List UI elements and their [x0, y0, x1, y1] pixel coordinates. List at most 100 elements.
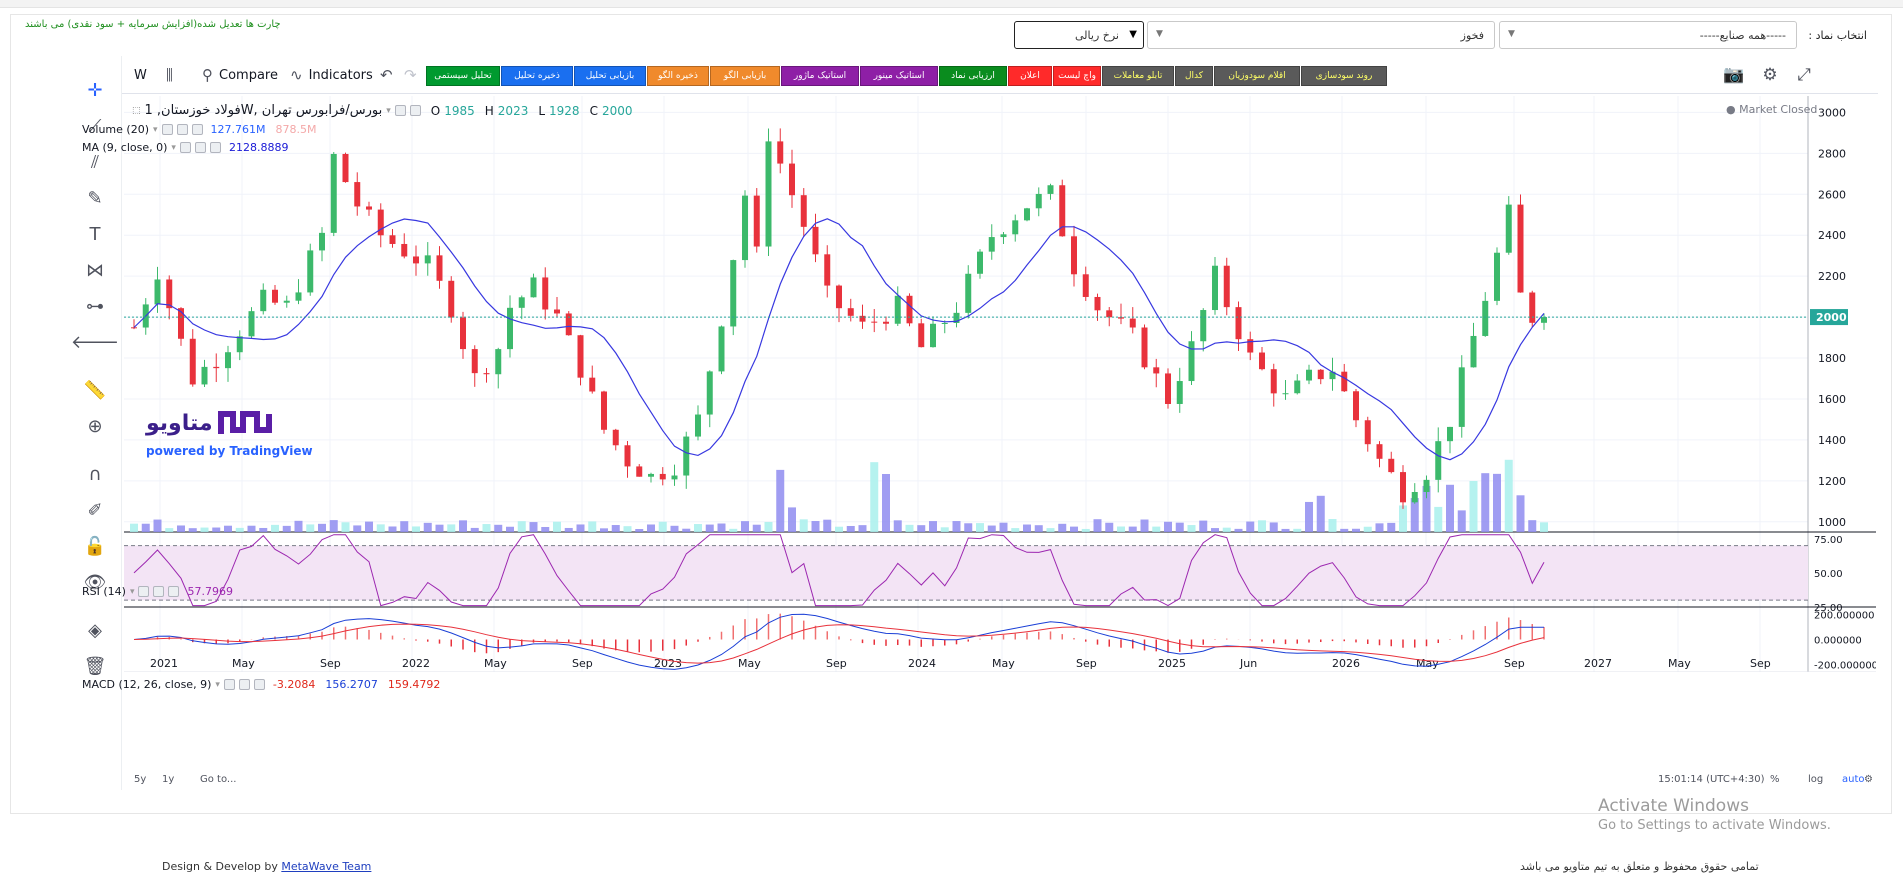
redo-icon: ↷ — [404, 66, 417, 84]
volume-bar — [788, 507, 796, 532]
log-toggle[interactable]: log — [1808, 774, 1823, 785]
close-icon[interactable] — [191, 124, 203, 135]
undo-button[interactable]: ↶ — [380, 64, 393, 86]
pencil-lock-icon[interactable]: ✐ — [81, 496, 109, 524]
volume-bar — [799, 519, 808, 532]
eye-icon[interactable] — [138, 586, 150, 597]
eye-icon[interactable] — [223, 679, 235, 690]
selector-bar: چارت ها تعدیل شده(افزایش سرمایه + سود نق… — [11, 15, 1891, 55]
volume-bar — [1199, 520, 1208, 532]
candle-body — [965, 273, 972, 313]
chevron-down-icon: ▾ — [215, 679, 220, 690]
close-icon[interactable] — [168, 586, 180, 597]
settings-icon[interactable] — [176, 124, 188, 135]
volume-bar — [670, 525, 679, 532]
fullscreen-icon[interactable]: ⤢ — [1792, 64, 1816, 86]
toolbar-button-12[interactable]: اقلام سودوزیان — [1214, 66, 1300, 86]
eye-icon[interactable] — [161, 124, 173, 135]
candle-body — [307, 250, 314, 293]
toolbar-button-8[interactable]: اعلان — [1008, 66, 1052, 86]
eye-icon[interactable] — [179, 142, 191, 153]
candle-body — [1306, 369, 1312, 381]
prediction-icon[interactable]: ⊶ — [81, 292, 109, 320]
volume-bar — [1540, 522, 1548, 532]
candle-body — [601, 391, 607, 430]
volume-bar — [1375, 523, 1384, 532]
toolbar-button-3[interactable]: ذخیره الگو — [647, 66, 709, 86]
gear-icon[interactable]: ⚙ — [1864, 774, 1873, 785]
toolbar-button-13[interactable]: روند سودسازی — [1301, 66, 1387, 86]
settings-icon[interactable] — [238, 679, 250, 690]
volume-bar — [1281, 528, 1290, 532]
chart-plot-area[interactable]: 1000 1200 1400 1600 1800 2000 2200 2400 2600 2800… — [124, 96, 1878, 676]
candle-body — [1024, 208, 1030, 221]
candle-body — [213, 366, 220, 369]
currency-select[interactable]: نرخ ریالی ▼ — [1014, 21, 1144, 49]
toolbar-button-1[interactable]: ذخیره تحلیل — [501, 66, 573, 86]
chart-type-button[interactable]: ⫼ — [166, 64, 173, 86]
text-icon[interactable]: T — [81, 220, 109, 248]
crosshair-icon[interactable]: ✛ — [81, 76, 109, 104]
symbol-select[interactable]: فخوز ▼ — [1147, 21, 1495, 49]
auto-toggle[interactable]: auto — [1842, 774, 1865, 785]
brush-icon[interactable]: ✎ — [81, 184, 109, 212]
toolbar-button-7[interactable]: ارزیابی نماد — [939, 66, 1007, 86]
settings-icon[interactable] — [194, 142, 206, 153]
symbol-title: بورس/فرابورس تهران ,Wفولاد خوزستان, 1 — [144, 103, 383, 118]
watermark-line2: Go to Settings to activate Windows. — [1598, 818, 1831, 833]
toolbar-button-0[interactable]: تحلیل سیستمی — [426, 66, 500, 86]
volume-bar — [1469, 480, 1478, 532]
zoom-in-icon[interactable]: ⊕ — [81, 412, 109, 440]
candle-body — [1200, 310, 1207, 342]
volume-bar — [1070, 526, 1078, 532]
toolbar-button-11[interactable]: کدال — [1175, 66, 1213, 86]
toolbar-button-10[interactable]: تابلو معاملات — [1102, 66, 1174, 86]
indicators-button[interactable]: ∿ Indicators — [290, 64, 373, 86]
lock-icon[interactable]: 🔓 — [81, 532, 109, 560]
pattern-icon[interactable]: ⋈ — [81, 256, 109, 284]
candle-body — [554, 309, 560, 314]
rsi-label: RSI (14) — [82, 585, 126, 598]
magnet-icon[interactable]: ∩ — [81, 460, 109, 488]
volume-bar — [741, 521, 749, 532]
volume-bar — [1258, 520, 1266, 532]
toolbar-button-5[interactable]: استاتیک ماژور — [781, 66, 859, 86]
candle-body — [824, 254, 831, 286]
trash-icon[interactable]: 🗑 — [81, 652, 109, 680]
macd-line-value: 156.2707 — [325, 678, 378, 691]
eye-icon[interactable] — [394, 105, 406, 116]
candle-body — [1341, 371, 1348, 392]
ruler-icon[interactable]: 📏 — [81, 376, 109, 404]
price-tick-label: 1200 — [1818, 475, 1846, 488]
settings-icon[interactable] — [409, 105, 421, 116]
toolbar-button-6[interactable]: استاتیک مینور — [860, 66, 938, 86]
volume-bar — [153, 519, 162, 532]
goto-button[interactable]: Go to... — [200, 774, 236, 785]
layers-icon[interactable]: ◈ — [81, 616, 109, 644]
settings-icon[interactable] — [153, 586, 165, 597]
redo-button[interactable]: ↷ — [404, 64, 417, 86]
volume-bar — [1023, 524, 1031, 532]
toolbar-button-2[interactable]: بازیابی تحلیل — [574, 66, 646, 86]
compare-button[interactable]: ⚲ Compare — [202, 64, 278, 86]
metawave-link[interactable]: MetaWave Team — [281, 860, 371, 873]
chevron-down-icon: ▾ — [153, 124, 158, 135]
percent-toggle[interactable]: % — [1770, 774, 1780, 785]
candle-body — [1106, 310, 1113, 318]
toolbar-button-4[interactable]: بازیابی الگو — [710, 66, 780, 86]
volume-bar — [623, 526, 632, 532]
gear-icon[interactable]: ⚙ — [1758, 64, 1782, 86]
toolbar-button-9[interactable]: واچ لیست — [1053, 66, 1101, 86]
close-icon[interactable] — [209, 142, 221, 153]
volume-bar — [1234, 528, 1243, 532]
range-1y-button[interactable]: 1y — [162, 774, 174, 785]
close-icon[interactable] — [253, 679, 265, 690]
candle-body — [906, 295, 913, 324]
range-5y-button[interactable]: 5y — [134, 774, 146, 785]
industry-select[interactable]: -----همه صنایع----- ▼ — [1499, 21, 1797, 49]
volume-bar — [177, 525, 185, 532]
back-arrow-icon[interactable]: 🡐 — [71, 328, 119, 356]
candle-body — [495, 349, 502, 375]
camera-icon[interactable]: 📷 — [1722, 64, 1746, 86]
interval-button[interactable]: W — [134, 64, 147, 86]
